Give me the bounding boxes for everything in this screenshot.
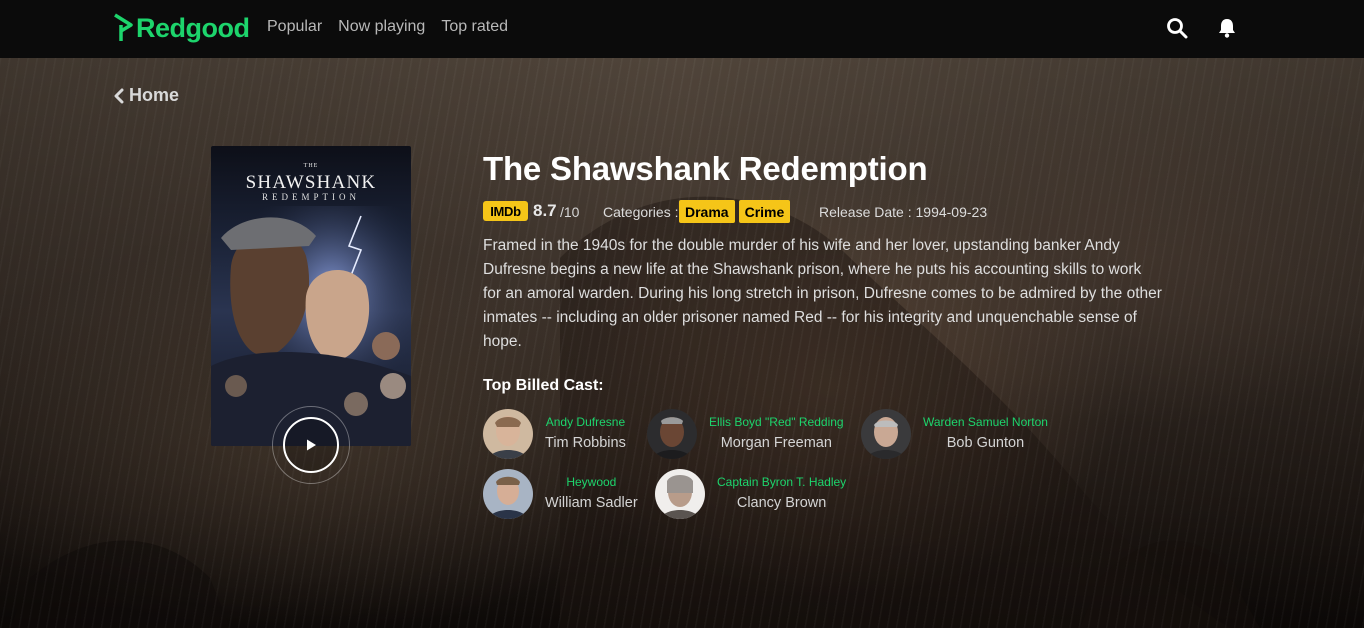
imdb-badge: IMDb	[483, 201, 528, 221]
character-name: Captain Byron T. Hadley	[717, 475, 847, 489]
character-name: Heywood	[566, 475, 617, 489]
character-name: Warden Samuel Norton	[923, 415, 1048, 429]
nav-link-now-playing[interactable]: Now playing	[338, 18, 425, 36]
cast-text: Andy Dufresne Tim Robbins	[545, 415, 626, 453]
actor-name: Tim Robbins	[545, 435, 626, 451]
cast-text: Warden Samuel Norton Bob Gunton	[923, 415, 1048, 453]
cast-heading: Top Billed Cast:	[483, 377, 604, 394]
movie-poster: THE SHAWSHANK REDEMPTION	[211, 146, 411, 446]
rating-value: 8.7	[533, 201, 557, 220]
play-trailer-button[interactable]	[272, 406, 350, 484]
avatar-image	[483, 409, 533, 459]
cast-member-tim-robbins[interactable]: Andy Dufresne Tim Robbins	[483, 409, 626, 459]
play-icon	[307, 439, 316, 451]
character-name: Ellis Boyd "Red" Redding	[709, 415, 844, 429]
nav-link-top-rated[interactable]: Top rated	[441, 18, 508, 36]
avatar-image	[655, 469, 705, 519]
brand-logo[interactable]: Redgood	[113, 11, 250, 45]
movie-title: The Shawshank Redemption	[483, 150, 928, 187]
rating-scale: /10	[560, 204, 580, 220]
back-home-link[interactable]: Home	[113, 85, 179, 106]
release-date: Release Date : 1994-09-23	[819, 204, 988, 220]
avatar-image	[647, 409, 697, 459]
category-tags: Drama Crime	[679, 200, 791, 223]
search-icon[interactable]	[1166, 17, 1188, 39]
avatar	[647, 409, 697, 459]
category-tag-crime[interactable]: Crime	[738, 200, 791, 223]
nav-link-popular[interactable]: Popular	[267, 18, 322, 36]
cast-member-morgan-freeman[interactable]: Ellis Boyd "Red" Redding Morgan Freeman	[647, 409, 844, 459]
movie-overview: Framed in the 1940s for the double murde…	[483, 237, 1162, 350]
avatar	[861, 409, 911, 459]
poster-title-prefix: THE	[303, 163, 319, 169]
brand-name: Redgood	[136, 12, 250, 43]
cast-text: Heywood William Sadler	[545, 475, 638, 513]
avatar-image	[861, 409, 911, 459]
play-logo-icon	[114, 13, 133, 41]
poster-title: SHAWSHANK	[245, 172, 377, 193]
avatar	[483, 469, 533, 519]
cast-member-william-sadler[interactable]: Heywood William Sadler	[483, 469, 638, 519]
category-tag-drama[interactable]: Drama	[679, 200, 735, 223]
cast-member-bob-gunton[interactable]: Warden Samuel Norton Bob Gunton	[861, 409, 1048, 459]
actor-name: Bob Gunton	[946, 435, 1025, 451]
actor-name: Morgan Freeman	[720, 435, 832, 451]
nav-links: Popular Now playing Top rated	[267, 18, 508, 36]
back-label: Home	[129, 85, 180, 105]
bell-icon[interactable]	[1216, 17, 1238, 39]
chevron-left-icon	[114, 88, 124, 103]
cast-text: Captain Byron T. Hadley Clancy Brown	[717, 475, 846, 513]
play-button-circle	[283, 417, 339, 473]
movie-meta: IMDb 8.7 /10 Categories : Drama Crime Re…	[483, 200, 1183, 224]
cast-member-clancy-brown[interactable]: Captain Byron T. Hadley Clancy Brown	[655, 469, 846, 519]
categories-label: Categories :	[603, 204, 679, 220]
cast-text: Ellis Boyd "Red" Redding Morgan Freeman	[709, 415, 844, 453]
actor-name: Clancy Brown	[736, 495, 827, 511]
actor-name: William Sadler	[545, 495, 638, 511]
top-navbar: Redgood Popular Now playing Top rated	[0, 0, 1364, 58]
character-name: Andy Dufresne	[545, 415, 626, 429]
avatar	[655, 469, 705, 519]
avatar-image	[483, 469, 533, 519]
avatar	[483, 409, 533, 459]
poster-subtitle: REDEMPTION	[262, 192, 360, 202]
